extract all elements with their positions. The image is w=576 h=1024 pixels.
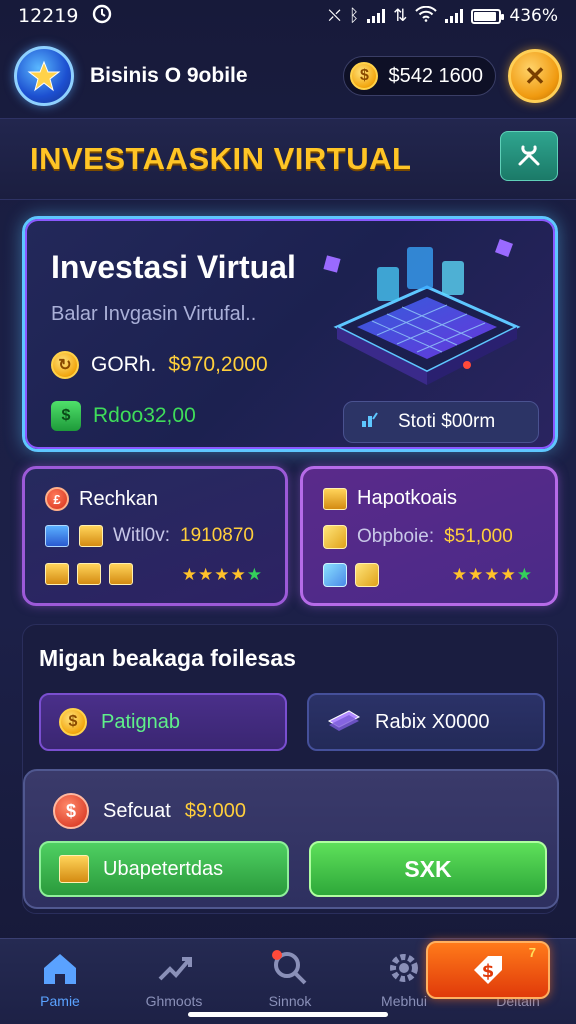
hero-row-balance: ↻ GORh. $970,2000 [51, 351, 268, 379]
hero-row-cash: $ Rdoo32,00 [51, 401, 196, 431]
nav-item-home[interactable]: Pamie [10, 947, 110, 1009]
hero-subtitle: Balar Invgasin Virtufal.. [51, 303, 257, 325]
sub-label: Sefcuat [103, 799, 171, 822]
tools-button[interactable] [500, 131, 558, 181]
nav-label: Pamie [40, 993, 80, 1009]
nav-item-search[interactable]: Sinnok [240, 947, 340, 1009]
coin-icon: $ [350, 62, 379, 90]
hero-row1-value: $970,2000 [168, 353, 268, 376]
calculator-icon [45, 525, 69, 547]
gold-bar-icon [45, 563, 69, 585]
card-2-value: $51,000 [444, 526, 513, 547]
battery-percent: 436% [509, 6, 558, 26]
card-1-head: £ Rechkan [45, 487, 158, 511]
wifi-icon [415, 5, 438, 27]
clock-icon [92, 4, 112, 29]
bluetooth-icon: ᛒ [348, 6, 360, 26]
cash-icon: $ [51, 401, 81, 431]
option-button-b[interactable]: Rabix X0000 [307, 693, 545, 751]
gold-box-icon [59, 855, 89, 883]
wrench-icon [518, 145, 540, 166]
nav-item-2[interactable]: Ghmoots [124, 947, 224, 1009]
search-icon [240, 947, 340, 989]
stat-pill[interactable]: Stoti $00rm [343, 401, 539, 443]
nav-label: Sinnok [268, 993, 312, 1009]
profile-coin-button[interactable]: ✕ [508, 49, 562, 103]
stat-label: Stoti $00rm [398, 411, 496, 432]
hero-row2-value: Rdoo32,00 [93, 404, 196, 427]
sub-value: $9:000 [184, 799, 246, 822]
card-1-rating: ★★★★★ [181, 565, 263, 584]
payment-subpanel: $ Sefcuat $9:000 Ubapetertdas SXK [23, 769, 559, 909]
hero-title: Investasi Virtual [51, 249, 296, 285]
dollar-badge-icon: $ [53, 793, 89, 829]
dollar-tag-icon: $ [474, 956, 502, 984]
card-1-value: 1910870 [180, 525, 254, 546]
nav-label: Ghmoots [145, 993, 203, 1009]
card-1-title: Rechkan [79, 487, 158, 510]
status-time: 12219 [18, 5, 79, 27]
card-2-rating: ★★★★★ [451, 565, 533, 584]
panel-title: Migan beakaga foilesas [39, 645, 296, 671]
tablet-illustration [323, 239, 521, 385]
payment-row: $ Sefcuat $9:000 [53, 793, 246, 829]
app-header: Bisinis O 9obile $ $542 1600 ✕ [0, 38, 576, 114]
option-button-a[interactable]: $ Patignab [39, 693, 287, 751]
card-2-title: Hapotkoais [357, 487, 458, 509]
battery-icon [471, 8, 505, 24]
signal-icon [367, 9, 386, 23]
option-a-label: Patignab [101, 710, 180, 733]
red-coin-icon: £ [45, 487, 69, 511]
balance-value: $542 1600 [388, 64, 483, 87]
action-left-label: Ubapetertdas [103, 857, 224, 880]
home-icon [10, 947, 110, 989]
coin-icon: $ [59, 708, 87, 736]
card-1-line: Witl0v: 1910870 [45, 525, 254, 547]
hero-card[interactable]: Investasi Virtual Balar Invgasin Virtufa… [22, 216, 558, 452]
gold-box-icon [79, 525, 103, 547]
home-indicator[interactable] [188, 1012, 388, 1017]
gold-bar-icon [109, 563, 133, 585]
star-icon [27, 60, 61, 92]
balance-pill[interactable]: $ $542 1600 [343, 56, 496, 96]
section-title-bar: INVESTAASKIN VIRTUAL [0, 118, 576, 200]
svg-text:$: $ [482, 961, 495, 982]
gold-bar-icon [77, 563, 101, 585]
confirm-button[interactable]: SXK [309, 841, 547, 897]
option-b-label: Rabix X0000 [375, 710, 490, 733]
section-title: INVESTAASKIN VIRTUAL [30, 141, 412, 176]
card-2-items [323, 563, 379, 587]
treasure-icon [323, 487, 347, 510]
data-icon: ⇅ [393, 6, 408, 26]
brand-name: Bisinis O 9obile [90, 64, 248, 87]
investment-card-2[interactable]: Hapotkoais Obpboie: $51,000 ★★★★★ [300, 466, 558, 606]
refresh-coin-icon: ↻ [51, 351, 79, 379]
cash-stack-icon [327, 707, 361, 737]
card-2-line: Obpboie: $51,000 [323, 525, 513, 549]
nfc-icon: ⛌ [328, 6, 341, 26]
payment-fab-button[interactable]: $ 7 [426, 941, 550, 999]
card-2-head: Hapotkoais [323, 487, 457, 510]
investment-card-1[interactable]: £ Rechkan Witl0v: 1910870 ★★★★★ [22, 466, 288, 606]
coin-emblem-icon: ✕ [524, 60, 546, 91]
card-2-label: Obpboie: [357, 526, 435, 547]
lightning-box-icon [323, 525, 347, 549]
card-1-label: Witl0v: [113, 525, 170, 546]
status-bar: 12219 ⛌ ᛒ ⇅ 436% [0, 0, 576, 32]
cube-icon [323, 563, 347, 587]
cube-icon [355, 563, 379, 587]
card-1-items [45, 563, 133, 585]
trend-icon [124, 947, 224, 989]
app-logo[interactable] [14, 46, 74, 106]
update-button[interactable]: Ubapetertdas [39, 841, 289, 897]
chart-up-icon [360, 409, 380, 435]
hero-row1-label: GORh. [91, 353, 157, 376]
signal-icon-2 [445, 9, 464, 23]
options-panel: Migan beakaga foilesas $ Patignab Rabix … [22, 624, 559, 914]
fab-badge: 7 [528, 945, 536, 960]
